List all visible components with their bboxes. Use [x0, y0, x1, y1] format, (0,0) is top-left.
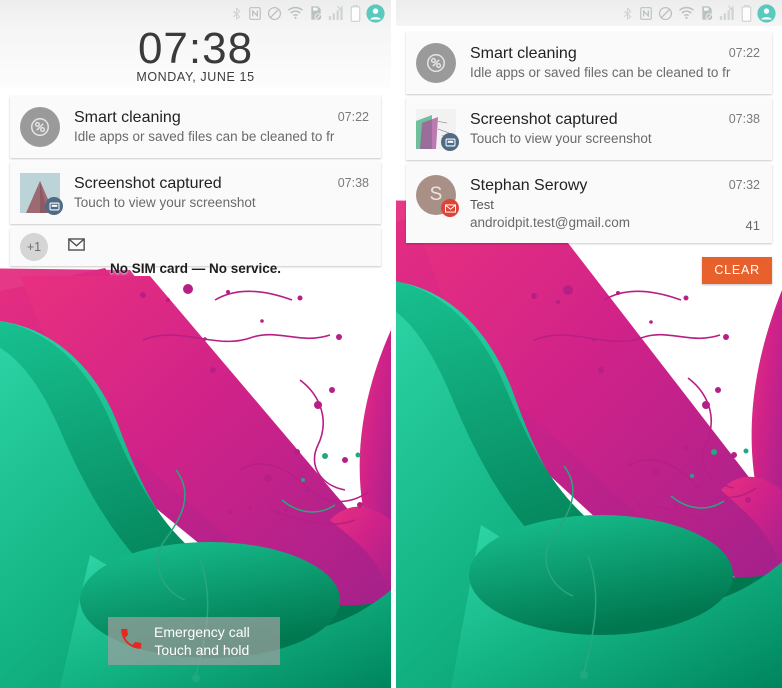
phone-handset-icon: [118, 626, 144, 657]
notification-title: Smart cleaning: [74, 109, 181, 126]
screenshot-badge-icon: [45, 197, 63, 215]
notification-body: Stephan Serowy 07:32 Test androidpit.tes…: [470, 175, 760, 232]
notification-shade-left: Smart cleaning 07:22 Idle apps or saved …: [10, 96, 381, 266]
notification-text: Idle apps or saved files can be cleaned …: [74, 129, 335, 144]
notification-time: 07:38: [728, 112, 760, 126]
signal-bars-icon: [719, 5, 736, 21]
notification-icon: [416, 109, 459, 151]
user-profile-icon[interactable]: [366, 3, 385, 23]
gmail-envelope-icon: [68, 238, 85, 256]
do-not-disturb-icon: [658, 6, 673, 21]
notification-smart-cleaning[interactable]: Smart cleaning 07:22 Idle apps or saved …: [10, 96, 381, 158]
no-sim-card-icon: [700, 5, 714, 21]
notification-icon: [20, 173, 63, 215]
notification-body: Smart cleaning 07:22 Idle apps or saved …: [74, 107, 369, 146]
overflow-count-chip: +1: [20, 233, 48, 261]
notification-time: 07:22: [728, 46, 760, 60]
status-bar-left: [0, 0, 391, 26]
notification-unread-count: 41: [745, 218, 760, 233]
emergency-call-labels: Emergency call Touch and hold: [154, 623, 250, 659]
notification-title: Screenshot captured: [74, 175, 222, 192]
notification-title: Stephan Serowy: [470, 177, 588, 194]
notification-shade-right: Smart cleaning 07:22 Idle apps or saved …: [406, 32, 772, 247]
notification-text: Touch to view your screenshot: [470, 131, 652, 146]
battery-icon: [350, 4, 361, 22]
right-phone-panel: Smart cleaning 07:22 Idle apps or saved …: [396, 0, 782, 688]
percent-circle-icon: [416, 43, 456, 83]
lockscreen-clock-left: 07:38 MONDAY, JUNE 15: [0, 26, 391, 88]
notification-gmail-message[interactable]: S Stephan Serowy 07:32 Test androidpit.t…: [406, 164, 772, 243]
wifi-icon: [678, 6, 695, 20]
notification-time: 07:22: [337, 110, 369, 124]
clear-notifications-button[interactable]: CLEAR: [702, 257, 772, 284]
nfc-icon: [639, 6, 653, 21]
emergency-call-button[interactable]: Emergency call Touch and hold: [108, 617, 280, 665]
wifi-icon: [287, 6, 304, 20]
notification-text: Touch to view your screenshot: [74, 195, 256, 210]
notification-time: 07:38: [337, 176, 369, 190]
notification-screenshot-captured[interactable]: Screenshot captured 07:38 Touch to view …: [10, 162, 381, 224]
notification-preview-text: Test: [470, 197, 494, 212]
notification-account-email: androidpit.test@gmail.com: [470, 215, 631, 230]
notification-screenshot-captured[interactable]: Screenshot captured 07:38 Touch to view …: [406, 98, 772, 160]
battery-icon: [741, 4, 752, 22]
notification-time: 07:32: [728, 178, 760, 192]
notification-text: Idle apps or saved files can be cleaned …: [470, 65, 731, 80]
notification-icon: [20, 107, 60, 147]
notification-body: Screenshot captured 07:38 Touch to view …: [470, 109, 760, 148]
bluetooth-icon: [230, 6, 243, 21]
do-not-disturb-icon: [267, 6, 282, 21]
emergency-call-line2: Touch and hold: [154, 642, 250, 658]
notification-body: Screenshot captured 07:38 Touch to view …: [74, 173, 369, 212]
percent-circle-icon: [20, 107, 60, 147]
clock-date: MONDAY, JUNE 15: [136, 70, 255, 84]
no-sim-card-icon: [309, 5, 323, 21]
screenshot-root: 07:38 MONDAY, JUNE 15 Smart cleaning 07:…: [0, 0, 782, 688]
notification-title: Screenshot captured: [470, 111, 618, 128]
clock-time: 07:38: [137, 24, 254, 73]
notification-icon: [416, 43, 456, 83]
nfc-icon: [248, 6, 262, 21]
notification-icon: S: [416, 175, 459, 217]
gmail-envelope-icon: [441, 199, 459, 217]
bluetooth-icon: [621, 6, 634, 21]
notification-smart-cleaning[interactable]: Smart cleaning 07:22 Idle apps or saved …: [406, 32, 772, 94]
notification-body: Smart cleaning 07:22 Idle apps or saved …: [470, 43, 760, 82]
sim-status-text-left: No SIM card — No service.: [109, 261, 282, 276]
emergency-call-line1: Emergency call: [154, 624, 250, 640]
user-profile-icon[interactable]: [757, 3, 776, 23]
notification-title: Smart cleaning: [470, 45, 577, 62]
status-bar-right: [396, 0, 782, 26]
signal-bars-icon: [328, 5, 345, 21]
left-phone-panel: 07:38 MONDAY, JUNE 15 Smart cleaning 07:…: [0, 0, 391, 688]
screenshot-badge-icon: [441, 133, 459, 151]
